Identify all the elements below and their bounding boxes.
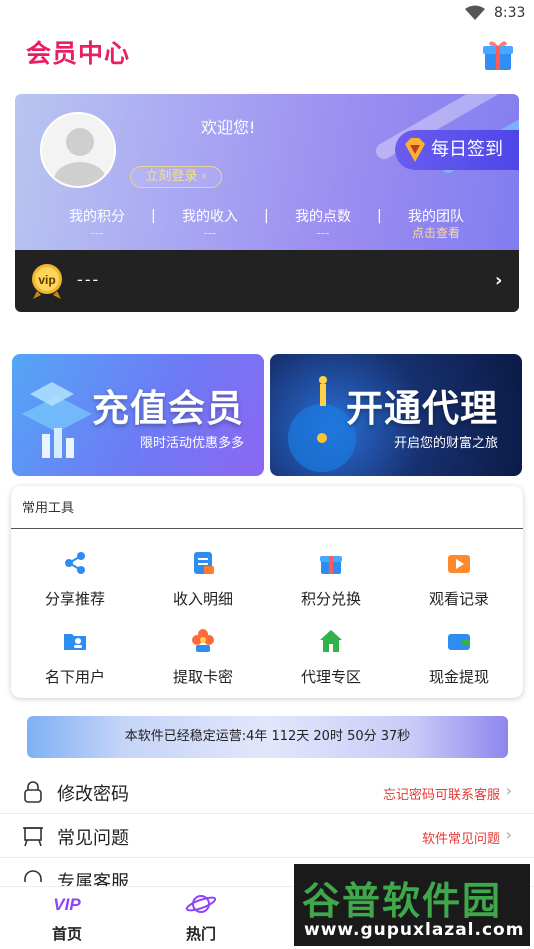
menu-hint: 软件常见问题 bbox=[421, 832, 500, 847]
tool-share[interactable]: 分享推荐 bbox=[11, 550, 139, 609]
clock: 8:33 bbox=[494, 5, 526, 21]
uptime-banner: 本软件已经稳定运营:4年 112天 20时 50分 37秒 bbox=[27, 716, 508, 758]
checkin-label: 每日签到 bbox=[431, 139, 503, 160]
common-tools-card: 常用工具 分享推荐 收入明细 积分兑换 观看记录 名下用户 提取卡密 代理专区 … bbox=[11, 486, 523, 698]
stat-label: 我的点数 bbox=[295, 209, 351, 225]
divider bbox=[11, 528, 523, 529]
wallet-icon bbox=[448, 634, 470, 650]
vip-status: --- bbox=[77, 270, 101, 289]
stat-value: --- bbox=[90, 226, 104, 240]
chevron-right-icon: › bbox=[505, 781, 512, 800]
banner-subtitle: 开启您的财富之旅 bbox=[394, 436, 499, 451]
page-title: 会员中心 bbox=[26, 39, 131, 68]
tool-watch-history[interactable]: 观看记录 bbox=[395, 550, 523, 609]
stat-income[interactable]: 我的收入 --- bbox=[160, 206, 260, 240]
banner-title: 充值会员 bbox=[92, 387, 244, 430]
profile-card: 欢迎您! 立刻登录 › 每日签到 我的积分 --- | 我的收入 --- | 我… bbox=[15, 94, 519, 312]
stat-label: 我的收入 bbox=[182, 209, 238, 225]
wifi-icon bbox=[465, 5, 485, 20]
stat-dots[interactable]: 我的点数 --- bbox=[273, 206, 373, 240]
flower-icon bbox=[192, 629, 214, 652]
tool-label: 分享推荐 bbox=[44, 590, 105, 608]
stat-team[interactable]: 我的团队 点击查看 bbox=[386, 206, 486, 240]
home-icon bbox=[320, 630, 342, 652]
isometric-dashboard-illustration bbox=[22, 382, 92, 458]
lock-icon bbox=[24, 781, 42, 803]
tool-label: 提取卡密 bbox=[172, 668, 233, 686]
tool-income-detail[interactable]: 收入明细 bbox=[139, 550, 267, 609]
planet-icon bbox=[185, 895, 217, 913]
tool-cash-withdraw[interactable]: 现金提现 bbox=[395, 628, 523, 687]
folder-user-icon bbox=[64, 634, 86, 650]
vip-badge-icon: vip bbox=[32, 264, 62, 299]
divider: | bbox=[151, 208, 156, 224]
tool-agent-zone[interactable]: 代理专区 bbox=[267, 628, 395, 687]
site-watermark: 谷普软件园 www.gupuxlazal.com bbox=[294, 864, 530, 946]
recharge-member-banner[interactable]: 充值会员 限时活动优惠多多 bbox=[12, 354, 264, 476]
tool-sub-users[interactable]: 名下用户 bbox=[11, 628, 139, 687]
stat-value: 点击查看 bbox=[411, 226, 460, 240]
menu-hint: 忘记密码可联系客服 bbox=[382, 788, 500, 803]
share-icon bbox=[65, 552, 85, 574]
menu-faq[interactable]: 常见问题 软件常见问题 › bbox=[0, 814, 534, 858]
tab-hot[interactable]: 热门 bbox=[156, 893, 246, 944]
tools-title: 常用工具 bbox=[22, 501, 75, 516]
watermark-url: www.gupuxlazal.com bbox=[304, 920, 525, 940]
tab-label: 热门 bbox=[185, 925, 216, 943]
tool-extract-card[interactable]: 提取卡密 bbox=[139, 628, 267, 687]
chevron-right-icon: › bbox=[505, 825, 512, 844]
tool-label: 积分兑换 bbox=[300, 590, 361, 608]
vip-icon: VIP bbox=[53, 895, 81, 914]
avatar[interactable] bbox=[40, 112, 116, 188]
menu-change-password[interactable]: 修改密码 忘记密码可联系客服 › bbox=[0, 770, 534, 814]
banner-title: 开通代理 bbox=[346, 387, 498, 430]
diamond-v-icon bbox=[405, 138, 425, 162]
stat-label: 我的团队 bbox=[408, 209, 464, 225]
stat-value: --- bbox=[203, 226, 217, 240]
svg-text:VIP: VIP bbox=[53, 895, 81, 914]
open-agent-banner[interactable]: 开通代理 开启您的财富之旅 bbox=[270, 354, 522, 476]
default-avatar-icon bbox=[54, 128, 106, 186]
daily-checkin-button[interactable]: 每日签到 bbox=[395, 130, 519, 170]
tool-label: 观看记录 bbox=[428, 590, 489, 608]
tab-label: 首页 bbox=[51, 925, 82, 943]
welcome-text: 欢迎您! bbox=[201, 118, 256, 137]
tool-label: 收入明细 bbox=[172, 590, 233, 608]
tool-label: 现金提现 bbox=[428, 668, 489, 686]
divider: | bbox=[377, 208, 382, 224]
stat-points[interactable]: 我的积分 --- bbox=[47, 206, 147, 240]
tool-points-exchange[interactable]: 积分兑换 bbox=[267, 550, 395, 609]
login-button[interactable]: 立刻登录 › bbox=[130, 166, 222, 188]
divider: | bbox=[264, 208, 269, 224]
tool-label: 代理专区 bbox=[300, 668, 361, 686]
tool-label: 名下用户 bbox=[44, 668, 105, 686]
chevron-right-icon: › bbox=[495, 270, 503, 291]
document-icon bbox=[194, 552, 214, 574]
watermark-title: 谷普软件园 bbox=[302, 879, 503, 923]
gift-icon bbox=[320, 556, 342, 574]
gift-icon[interactable] bbox=[481, 38, 515, 72]
status-bar: 8:33 bbox=[0, 0, 534, 28]
vip-bar[interactable]: vip --- › bbox=[15, 250, 519, 312]
menu-label: 常见问题 bbox=[57, 828, 129, 849]
tab-home[interactable]: VIP 首页 bbox=[22, 893, 112, 944]
video-icon bbox=[448, 555, 470, 573]
board-icon bbox=[23, 827, 43, 847]
menu-label: 修改密码 bbox=[57, 784, 129, 805]
stat-value: --- bbox=[316, 226, 330, 240]
stat-label: 我的积分 bbox=[69, 209, 125, 225]
login-label: 立刻登录 bbox=[145, 169, 198, 184]
banner-subtitle: 限时活动优惠多多 bbox=[140, 436, 245, 451]
vip-badge-text: vip bbox=[38, 273, 55, 287]
